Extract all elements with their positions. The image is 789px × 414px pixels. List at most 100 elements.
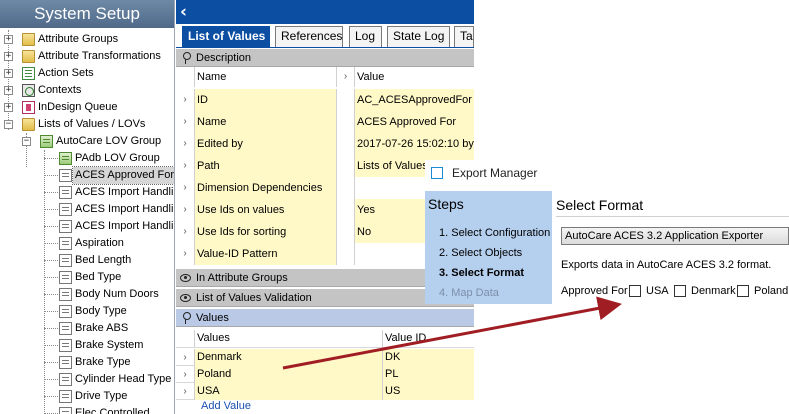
format-description: Exports data in AutoCare ACES 3.2 format… bbox=[561, 259, 772, 271]
tab-tasks[interactable]: Tas bbox=[454, 26, 474, 47]
description-section-header[interactable]: Description bbox=[176, 49, 474, 67]
description-row-edited-by[interactable]: › Edited by 2017-07-26 15:02:10 by bbox=[176, 133, 474, 155]
tree-item-aces-approved-for[interactable]: ACES Approved For bbox=[0, 166, 174, 185]
approved-for-poland-checkbox[interactable] bbox=[737, 285, 749, 297]
description-row-name[interactable]: › Name ACES Approved For bbox=[176, 111, 474, 133]
format-selector[interactable]: AutoCare ACES 3.2 Application Exporter bbox=[561, 227, 789, 245]
value-id-cell[interactable]: DK bbox=[383, 349, 474, 366]
description-row-id[interactable]: › ID AC_ACESApprovedFor bbox=[176, 89, 474, 111]
section-title: Values bbox=[196, 312, 229, 324]
tree-item-label: Bed Length bbox=[75, 254, 132, 266]
tree-item-aces-import-handling-2[interactable]: ACES Import Handlin bbox=[0, 201, 174, 218]
value-cell[interactable]: Poland bbox=[195, 366, 383, 383]
value-cell[interactable]: Denmark bbox=[195, 349, 383, 366]
tree-item-brake-type[interactable]: Brake Type bbox=[0, 354, 174, 371]
tree-item-aces-import-handling-3[interactable]: ACES Import Handlin bbox=[0, 218, 174, 235]
tree-item-body-type[interactable]: Body Type bbox=[0, 303, 174, 320]
values-header-row: Values Value ID bbox=[176, 330, 474, 348]
tree-item-lists-of-values[interactable]: − Lists of Values / LOVs bbox=[0, 116, 174, 133]
tree-item-contexts[interactable]: + Contexts bbox=[0, 82, 174, 99]
visibility-icon[interactable] bbox=[180, 274, 191, 282]
tree-item-action-sets[interactable]: + Action Sets bbox=[0, 65, 174, 82]
tree-item-cylinder-head-type[interactable]: Cylinder Head Type bbox=[0, 371, 174, 388]
tab-log[interactable]: Log bbox=[349, 26, 382, 47]
expand-icon[interactable]: + bbox=[4, 103, 13, 112]
tree-item-label: Action Sets bbox=[38, 67, 94, 79]
expand-icon[interactable]: + bbox=[4, 86, 13, 95]
approved-for-usa-checkbox[interactable] bbox=[629, 285, 641, 297]
tree-item-drive-type[interactable]: Drive Type bbox=[0, 388, 174, 405]
column-header-values: Values bbox=[195, 330, 383, 347]
tree-item-label: PAdb LOV Group bbox=[75, 152, 160, 164]
tree-item-bed-length[interactable]: Bed Length bbox=[0, 252, 174, 269]
tree-item-indesign-queue[interactable]: + InDesign Queue bbox=[0, 99, 174, 116]
lov-icon bbox=[59, 407, 72, 414]
row-arrow-icon: › bbox=[176, 111, 195, 133]
approved-for-poland-label: Poland bbox=[754, 285, 789, 297]
tab-references[interactable]: References bbox=[275, 26, 343, 47]
value-id-cell[interactable]: PL bbox=[383, 366, 474, 383]
row-arrow-icon: › bbox=[176, 243, 195, 265]
row-spacer bbox=[337, 89, 355, 111]
tree-item-brake-abs[interactable]: Brake ABS bbox=[0, 320, 174, 337]
field-value[interactable]: ACES Approved For bbox=[355, 111, 474, 133]
value-cell[interactable]: USA bbox=[195, 383, 383, 400]
collapse-icon[interactable]: − bbox=[22, 137, 31, 146]
expand-icon[interactable]: + bbox=[4, 52, 13, 61]
back-button[interactable]: ‹ bbox=[180, 2, 187, 22]
tree-item-padb-lov-group[interactable]: PAdb LOV Group bbox=[0, 150, 174, 167]
approved-for-denmark-checkbox[interactable] bbox=[674, 285, 686, 297]
tree-item-label: Elec Controlled bbox=[75, 407, 150, 414]
tree-item-label: InDesign Queue bbox=[38, 101, 118, 113]
export-manager-icon bbox=[431, 167, 443, 179]
steps-panel: Steps 1. Select Configuration 2. Select … bbox=[425, 191, 552, 304]
lov-group-icon bbox=[59, 152, 72, 165]
select-format-title: Select Format bbox=[556, 197, 644, 213]
pin-icon[interactable] bbox=[181, 52, 191, 64]
row-arrow-icon: › bbox=[176, 366, 195, 383]
tree-item-body-num-doors[interactable]: Body Num Doors bbox=[0, 286, 174, 303]
tree-item-bed-type[interactable]: Bed Type bbox=[0, 269, 174, 286]
step-select-configuration[interactable]: 1. Select Configuration bbox=[439, 227, 550, 239]
approved-for-usa-label: USA bbox=[646, 285, 669, 297]
value-row-poland[interactable]: › Poland PL bbox=[176, 366, 474, 383]
tree-item-aces-import-handling-1[interactable]: ACES Import Handlin bbox=[0, 184, 174, 201]
tree-item-attribute-groups[interactable]: + Attribute Groups bbox=[0, 31, 174, 48]
row-arrow-icon: › bbox=[176, 133, 195, 155]
step-select-format[interactable]: 3. Select Format bbox=[439, 267, 524, 279]
value-id-cell[interactable]: US bbox=[383, 383, 474, 400]
system-setup-header: System Setup bbox=[0, 0, 174, 28]
tab-list-of-values[interactable]: List of Values bbox=[182, 26, 270, 47]
value-row-denmark[interactable]: › Denmark DK bbox=[176, 349, 474, 366]
row-arrow-icon: › bbox=[176, 177, 195, 199]
section-title: List of Values Validation bbox=[196, 292, 312, 304]
collapse-icon[interactable]: − bbox=[4, 120, 13, 129]
field-value[interactable]: AC_ACESApprovedFor bbox=[355, 89, 474, 111]
section-title: Description bbox=[196, 52, 252, 64]
tree-item-brake-system[interactable]: Brake System bbox=[0, 337, 174, 354]
expand-icon[interactable]: + bbox=[4, 69, 13, 78]
tree-item-attribute-transformations[interactable]: + Attribute Transformations bbox=[0, 48, 174, 65]
row-arrow-icon: › bbox=[176, 383, 195, 400]
lov-icon bbox=[59, 203, 72, 216]
pin-icon[interactable] bbox=[181, 312, 191, 324]
tree-item-label: AutoCare LOV Group bbox=[56, 135, 162, 147]
tab-strip: List of Values References Log State Log … bbox=[176, 24, 474, 48]
tree-item-label: Aspiration bbox=[75, 237, 124, 249]
tree-item-elec-controlled[interactable]: Elec Controlled bbox=[0, 405, 174, 414]
tab-state-log[interactable]: State Log bbox=[387, 26, 450, 47]
tree-item-label: ACES Import Handlin bbox=[75, 203, 174, 215]
visibility-icon[interactable] bbox=[180, 294, 191, 302]
column-header-name: Name bbox=[195, 67, 337, 87]
export-manager-title: Export Manager bbox=[452, 166, 538, 180]
row-arrow-icon bbox=[176, 67, 195, 87]
add-value-link[interactable]: Add Value bbox=[201, 400, 251, 412]
step-select-objects[interactable]: 2. Select Objects bbox=[439, 247, 522, 259]
expand-arrow-icon[interactable]: › bbox=[337, 67, 355, 87]
value-row-usa[interactable]: › USA US bbox=[176, 383, 474, 400]
tree-item-label: Bed Type bbox=[75, 271, 122, 283]
tree-item-autocare-lov-group[interactable]: − AutoCare LOV Group bbox=[0, 133, 174, 150]
expand-icon[interactable]: + bbox=[4, 35, 13, 44]
values-section-header[interactable]: Values bbox=[176, 309, 474, 327]
tree-item-aspiration[interactable]: Aspiration bbox=[0, 235, 174, 252]
